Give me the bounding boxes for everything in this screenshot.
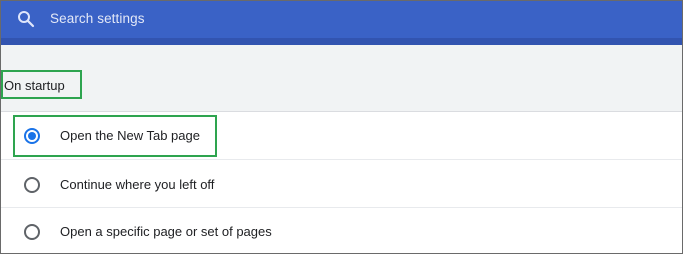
settings-window: Search settings On startup Open the New …: [0, 0, 683, 254]
radio-unselected-icon[interactable]: [24, 177, 40, 193]
section-title: On startup: [4, 78, 65, 93]
divider: [1, 159, 682, 160]
option-label: Open a specific page or set of pages: [60, 224, 272, 239]
divider: [1, 207, 682, 208]
settings-header: Search settings: [1, 1, 682, 38]
startup-option-continue[interactable]: Continue where you left off: [1, 162, 682, 206]
search-icon[interactable]: [17, 10, 35, 28]
option-label: Continue where you left off: [60, 177, 215, 192]
startup-option-specific-pages[interactable]: Open a specific page or set of pages: [1, 210, 682, 253]
selected-option-highlight: [13, 115, 217, 157]
search-input[interactable]: Search settings: [50, 11, 145, 26]
radio-unselected-icon[interactable]: [24, 224, 40, 240]
header-strip: [1, 38, 682, 45]
